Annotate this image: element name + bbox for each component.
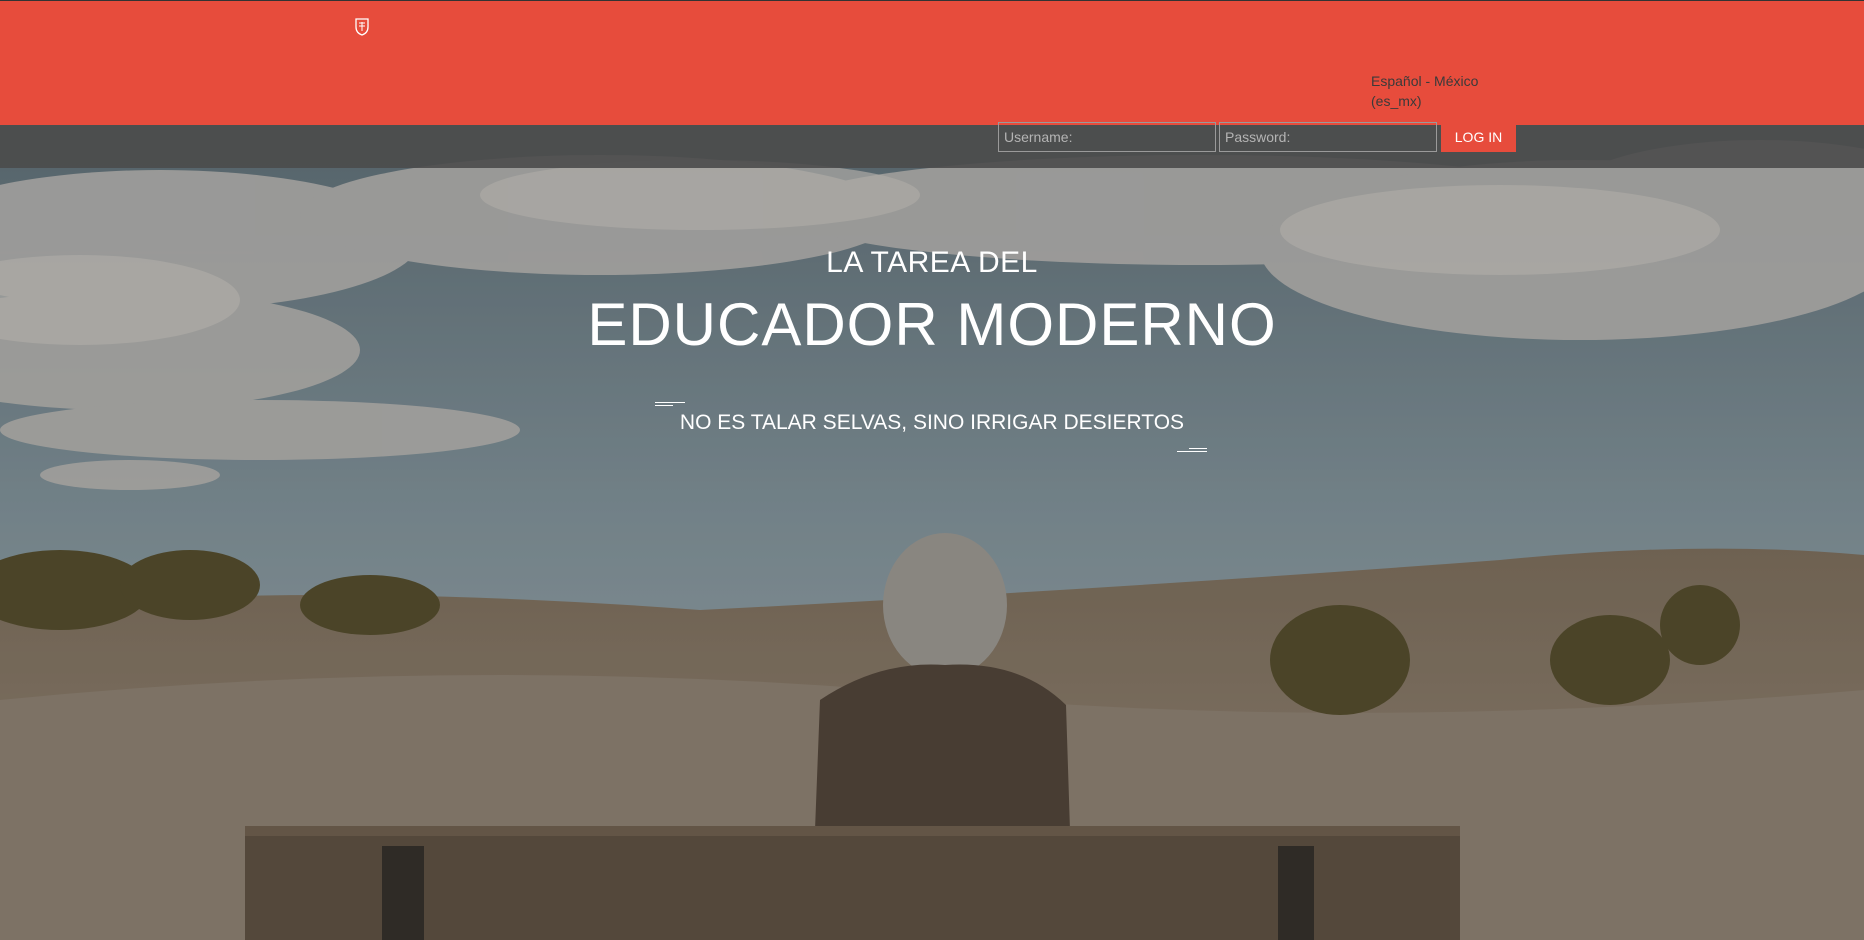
hero-title-line2: EDUCADOR MODERNO xyxy=(587,291,1277,358)
tagline-decoration-right-short xyxy=(1189,448,1207,449)
tagline-decoration-right xyxy=(1177,451,1207,452)
username-input[interactable] xyxy=(998,122,1216,152)
site-header: Español - México (es_mx) xyxy=(0,0,1864,125)
tagline-decoration-left-short xyxy=(655,405,673,406)
tagline-decoration-left xyxy=(655,402,685,403)
language-selector[interactable]: Español - México (es_mx) xyxy=(1371,71,1501,111)
login-bar xyxy=(0,125,1864,168)
hero-title-line1: LA TAREA DEL xyxy=(826,246,1038,279)
hero-tagline: NO ES TALAR SELVAS, SINO IRRIGAR DESIERT… xyxy=(679,411,1185,434)
login-button[interactable]: LOG IN xyxy=(1441,122,1516,152)
crest-logo-icon[interactable] xyxy=(355,18,369,36)
password-input[interactable] xyxy=(1219,122,1437,152)
